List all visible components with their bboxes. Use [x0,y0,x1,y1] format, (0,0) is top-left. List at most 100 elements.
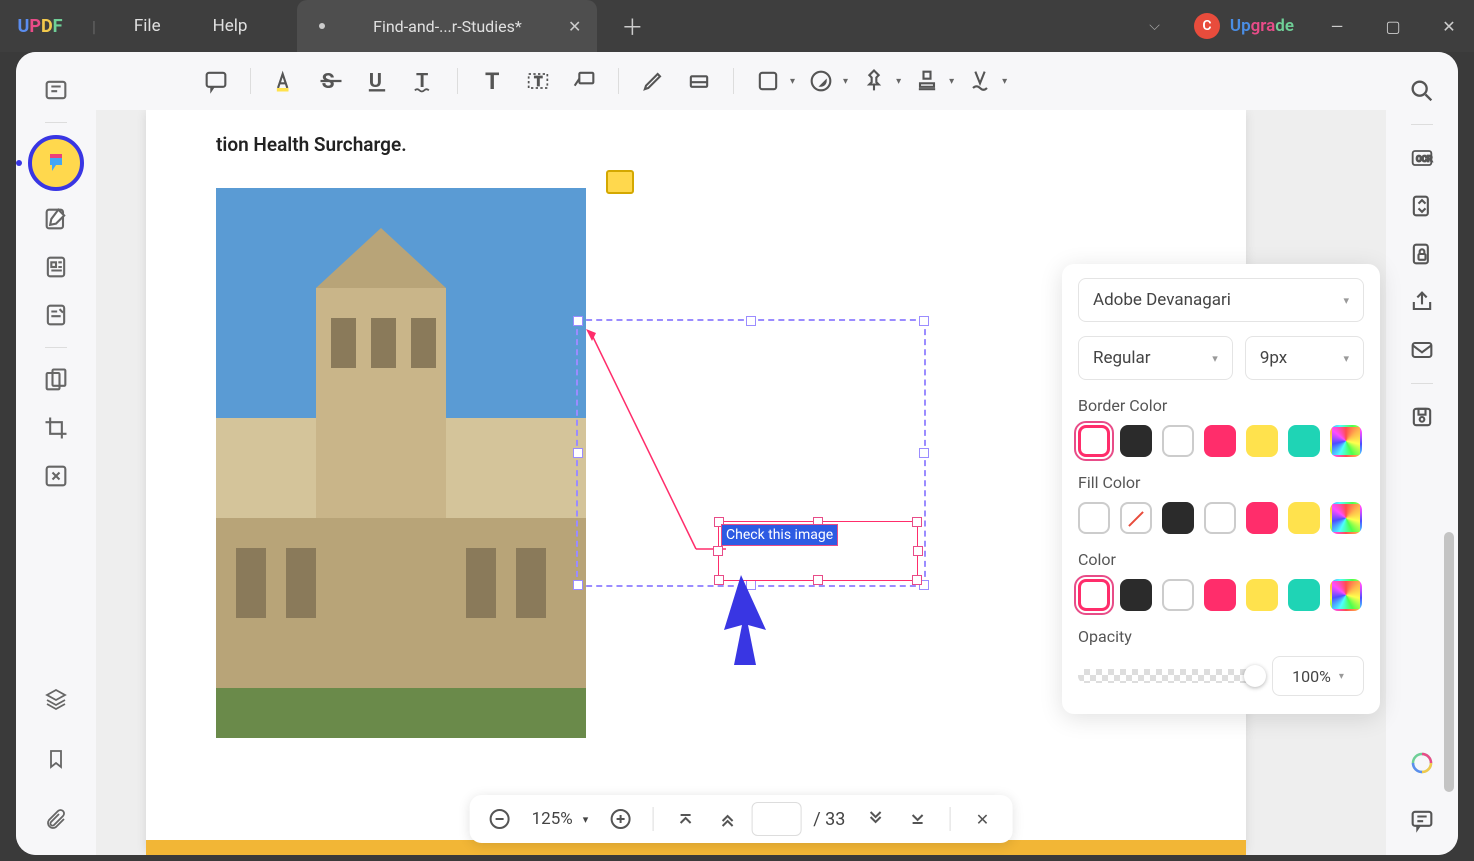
compress-icon[interactable] [36,456,76,496]
swatch-white[interactable] [1162,425,1194,457]
eraser-icon[interactable] [679,61,719,101]
border-color-label: Border Color [1078,396,1364,415]
ai-icon[interactable] [1403,745,1441,783]
comment-icon[interactable] [196,61,236,101]
convert-icon[interactable] [1403,187,1441,225]
search-icon[interactable] [1403,72,1441,110]
swatch-yellow-fill[interactable] [1288,502,1320,534]
text-icon[interactable]: T [472,61,512,101]
opacity-value[interactable]: 100%▾ [1272,656,1364,696]
form-mode-icon[interactable] [36,295,76,335]
protect-icon[interactable] [1403,235,1441,273]
swatch-none[interactable] [1120,502,1152,534]
highlighter-icon[interactable] [265,61,305,101]
swatch-white-fill[interactable] [1078,502,1110,534]
crop-icon[interactable] [36,408,76,448]
chat-icon[interactable] [1403,801,1441,839]
cursor-arrow-icon [706,570,776,680]
minimize-button[interactable]: — [1312,0,1362,52]
window-dropdown[interactable]: ⌵ [1115,18,1194,34]
swatch-pink2[interactable] [1204,579,1236,611]
swatch-white2[interactable] [1204,502,1236,534]
scrollbar[interactable] [1444,532,1454,792]
font-select[interactable]: Adobe Devanagari▾ [1078,278,1364,322]
sticker-icon[interactable] [801,61,841,101]
upgrade-button[interactable]: C Upgrade [1194,13,1294,39]
opacity-slider[interactable] [1078,669,1258,683]
menu-help[interactable]: Help [187,16,274,36]
page-controls: 125% ▾ / 33 ✕ [470,795,1013,843]
signature-icon[interactable] [960,61,1000,101]
sticky-note-icon[interactable] [606,170,634,194]
swatch-yellow[interactable] [1246,425,1278,457]
size-select[interactable]: 9px▾ [1245,336,1364,380]
svg-text:OCR: OCR [1416,154,1432,164]
swatch-pink-fill[interactable] [1246,502,1278,534]
swatch-pink-outline[interactable] [1078,425,1110,457]
maximize-button[interactable]: ▢ [1368,0,1418,52]
reader-mode-icon[interactable] [36,70,76,110]
last-page-button[interactable] [899,801,935,837]
attachment-icon[interactable] [36,799,76,839]
fill-color-swatches [1078,502,1364,534]
doc-text-left: tion Health Surcharge. [216,122,656,168]
document-image [216,188,586,738]
swatch-black-fill[interactable] [1162,502,1194,534]
zoom-out-button[interactable] [482,801,518,837]
organize-pages-icon[interactable] [36,360,76,400]
prev-page-button[interactable] [709,801,745,837]
layers-icon[interactable] [36,679,76,719]
swatch-yellow2[interactable] [1246,579,1278,611]
menu-file[interactable]: File [108,16,187,36]
swatch-black-text[interactable] [1120,579,1152,611]
stamp-icon[interactable] [907,61,947,101]
close-footer-button[interactable]: ✕ [964,801,1000,837]
swatch-teal2[interactable] [1288,579,1320,611]
swatch-custom2[interactable] [1330,579,1362,611]
border-color-swatches [1078,425,1364,457]
shape-icon[interactable] [748,61,788,101]
separator: | [92,17,96,36]
comment-mode-active[interactable] [28,135,84,191]
close-icon[interactable]: ✕ [568,17,581,36]
swatch-white-text[interactable] [1162,579,1194,611]
ocr-icon[interactable]: OCR [1403,139,1441,177]
save-icon[interactable] [1403,398,1441,436]
share-icon[interactable] [1403,283,1441,321]
swatch-custom-fill[interactable] [1330,502,1362,534]
pin-icon[interactable] [854,61,894,101]
zoom-in-button[interactable] [602,801,638,837]
fill-color-label: Fill Color [1078,473,1364,492]
callout-icon[interactable] [564,61,604,101]
underline-icon[interactable]: U [357,61,397,101]
swatch-teal[interactable] [1288,425,1320,457]
annotation-toolbar: S U T T T ▾ ▾ ▾ ▾ ▾ [96,52,1386,110]
left-sidebar [16,52,96,855]
page-number-input[interactable] [751,802,801,836]
text-color-swatches [1078,579,1364,611]
swatch-pink[interactable] [1204,425,1236,457]
next-page-button[interactable] [857,801,893,837]
swatch-custom[interactable] [1330,425,1362,457]
bookmark-icon[interactable] [36,739,76,779]
titlebar: UPDF | File Help Find-and-...r-Studies* … [0,0,1474,52]
strikethrough-icon[interactable]: S [311,61,351,101]
pencil-icon[interactable] [633,61,673,101]
close-window-button[interactable]: ✕ [1424,0,1474,52]
squiggly-icon[interactable]: T [403,61,443,101]
svg-text:T: T [535,75,543,90]
weight-select[interactable]: Regular▾ [1078,336,1233,380]
edit-mode-icon[interactable] [36,199,76,239]
email-icon[interactable] [1403,331,1441,369]
svg-text:U: U [369,69,382,92]
add-tab-button[interactable]: ＋ [609,4,655,48]
textbox-icon[interactable]: T [518,61,558,101]
swatch-black[interactable] [1120,425,1152,457]
page-mode-icon[interactable] [36,247,76,287]
first-page-button[interactable] [667,801,703,837]
document-tab[interactable]: Find-and-...r-Studies* ✕ [297,0,597,52]
page-total: / 33 [807,809,851,830]
callout-text-content[interactable]: Check this image [721,524,838,546]
swatch-pink-text[interactable] [1078,579,1110,611]
zoom-level[interactable]: 125% ▾ [524,809,597,829]
